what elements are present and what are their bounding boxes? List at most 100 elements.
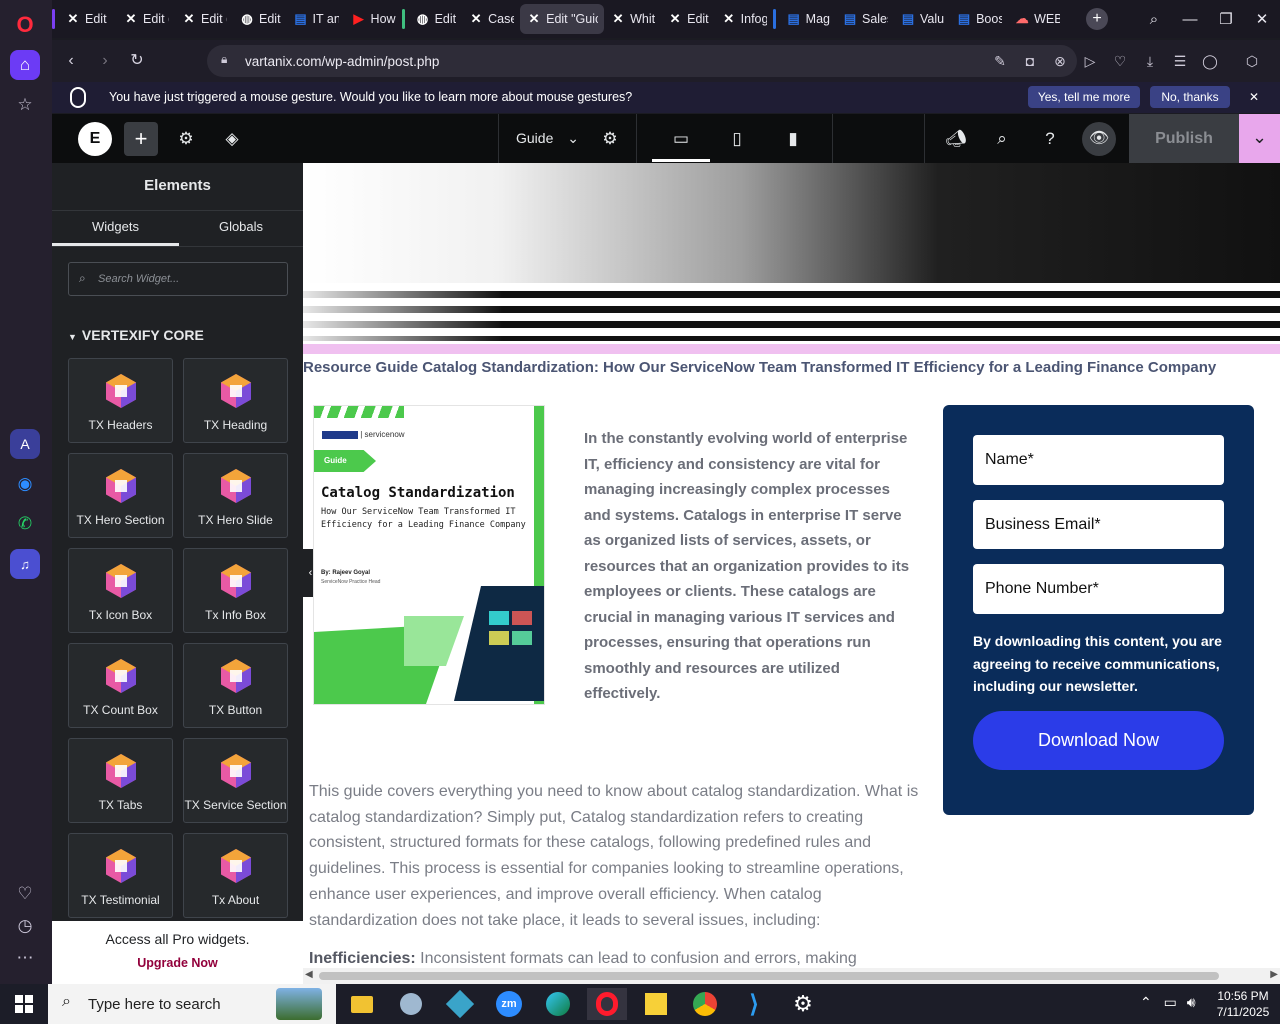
browser-tab[interactable]: ▤ Boos — [950, 4, 1008, 34]
flow-icon[interactable]: ▷ — [1079, 50, 1101, 72]
widget-tile[interactable]: Tx Info Box — [183, 548, 288, 633]
sticky-notes-icon[interactable] — [636, 988, 676, 1020]
messenger-icon[interactable]: ◉ — [10, 469, 40, 499]
scroll-right-icon[interactable]: ▶ — [1270, 969, 1278, 980]
name-field[interactable]: Name* — [973, 435, 1224, 485]
publish-options-button[interactable]: ⌄ — [1239, 114, 1280, 163]
settings-icon[interactable]: ⚙ — [783, 988, 823, 1020]
opera-taskbar-icon[interactable] — [587, 988, 627, 1020]
browser-tab[interactable]: ▤ Mag — [780, 4, 836, 34]
widget-tile[interactable]: TX Tabs — [68, 738, 173, 823]
music-player-icon[interactable]: ♫ — [10, 549, 40, 579]
browser-tab[interactable]: ▶ How — [345, 4, 402, 34]
camera-icon[interactable]: ◘ — [1019, 50, 1041, 72]
network-icon[interactable]: ▭ — [1164, 994, 1177, 1010]
more-icon[interactable]: ⋯ — [10, 943, 40, 973]
horizontal-scrollbar[interactable]: ◀ ▶ — [303, 968, 1280, 984]
browser-tab[interactable]: ☁ WEB — [1008, 4, 1066, 34]
file-explorer-icon[interactable] — [342, 988, 382, 1020]
widget-tile[interactable]: TX Hero Slide — [183, 453, 288, 538]
scrollbar-thumb[interactable] — [319, 972, 1219, 980]
browser-tab[interactable]: ✕ Whit — [604, 4, 661, 34]
app-icon[interactable] — [440, 988, 480, 1020]
tab-globals[interactable]: Globals — [179, 219, 303, 234]
tab-widgets[interactable]: Widgets — [52, 219, 179, 234]
whats-new-icon[interactable]: 📣︎ — [943, 126, 969, 152]
tab-search-icon[interactable]: ⌕ — [1136, 11, 1172, 28]
help-icon[interactable]: ? — [1037, 126, 1063, 152]
site-settings-icon[interactable]: ⚙︎ — [173, 126, 199, 152]
preview-icon[interactable]: 👁︎ — [1082, 122, 1116, 156]
elementor-logo-icon[interactable]: E — [78, 122, 112, 156]
chevron-up-icon[interactable]: ⌃ — [1140, 994, 1152, 1010]
browser-tab[interactable]: ✕ Edit — [661, 4, 715, 34]
phone-field[interactable]: Phone Number* — [973, 564, 1224, 614]
tab-group-indicator[interactable] — [401, 9, 405, 29]
browser-tab[interactable]: ◍ Edit — [233, 4, 287, 34]
taskbar-search-field[interactable]: ⌕ Type here to search — [48, 984, 336, 1024]
structure-icon[interactable]: ◈ — [219, 126, 245, 152]
browser-tab[interactable]: ▤ IT an — [287, 4, 345, 34]
download-now-button[interactable]: Download Now — [973, 711, 1224, 770]
yes-tell-me-more-button[interactable]: Yes, tell me more — [1028, 86, 1140, 108]
close-icon[interactable]: ✕ — [1244, 86, 1264, 108]
whatsapp-icon[interactable]: ✆ — [10, 509, 40, 539]
widget-tile[interactable]: TX Heading — [183, 358, 288, 443]
page-settings-icon[interactable]: ⚙ — [597, 126, 623, 152]
edit-icon[interactable]: ✎ — [989, 50, 1011, 72]
heart-icon[interactable]: ♡ — [10, 879, 40, 909]
search-icon[interactable]: ⌕ — [989, 126, 1015, 152]
search-widget-field[interactable]: ⌕ Search Widget... — [68, 262, 288, 296]
no-thanks-button[interactable]: No, thanks — [1150, 86, 1230, 108]
browser-tab[interactable]: ▤ Sales — [836, 4, 894, 34]
new-tab-button[interactable]: + — [1086, 8, 1108, 30]
browser-tab[interactable]: ◍ Edit — [409, 4, 463, 34]
widget-tile[interactable]: TX Headers — [68, 358, 173, 443]
desktop-view-icon[interactable]: ▭ — [668, 126, 694, 152]
mobile-view-icon[interactable]: ▮ — [780, 126, 806, 152]
browser-tab[interactable]: ▤ Valu — [894, 4, 950, 34]
widget-tile[interactable]: TX Testimonial — [68, 833, 173, 918]
template-dropdown[interactable]: Guide ⌄ — [516, 130, 579, 147]
app-icon[interactable] — [391, 988, 431, 1020]
browser-tab[interactable]: ✕ Infog — [715, 4, 773, 34]
home-icon[interactable]: ⌂ — [10, 50, 40, 80]
browser-tab[interactable]: ✕ Edit "Guic — [520, 4, 605, 34]
extension-icon[interactable]: ⬡ — [1241, 50, 1263, 72]
email-field[interactable]: Business Email* — [973, 500, 1224, 549]
back-icon[interactable]: ‹ — [58, 48, 84, 74]
upgrade-now-link[interactable]: Upgrade Now — [52, 956, 303, 970]
widget-tile[interactable]: TX Count Box — [68, 643, 173, 728]
profile-icon[interactable]: ◯ — [1199, 50, 1221, 72]
clock[interactable]: 10:56 PM 7/11/2025 — [1212, 988, 1274, 1020]
widget-tile[interactable]: TX Hero Section — [68, 453, 173, 538]
reload-icon[interactable]: ↻ — [124, 48, 150, 74]
menu-icon[interactable]: ☰ — [1169, 50, 1191, 72]
adblock-icon[interactable]: ⊗ — [1049, 50, 1071, 72]
widget-tile[interactable]: Tx Icon Box — [68, 548, 173, 633]
star-icon[interactable]: ☆ — [10, 90, 40, 120]
widget-tile[interactable]: TX Button — [183, 643, 288, 728]
add-element-button[interactable]: + — [124, 122, 158, 156]
tablet-view-icon[interactable]: ▯ — [724, 126, 750, 152]
browser-tab[interactable]: ✕ Edit ( — [117, 4, 175, 34]
widget-tile[interactable]: Tx About — [183, 833, 288, 918]
volume-icon[interactable]: 🔊︎ — [1187, 994, 1196, 1010]
category-header[interactable]: ▼ VERTEXIFY CORE — [68, 327, 204, 343]
browser-tab[interactable]: ✕ Edit I — [59, 4, 117, 34]
opera-logo-icon[interactable]: O — [10, 10, 40, 40]
vscode-icon[interactable]: ⟩ — [734, 988, 774, 1020]
edge-icon[interactable] — [538, 988, 578, 1020]
history-icon[interactable]: ◷ — [10, 911, 40, 941]
browser-tab[interactable]: ✕ Edit ( — [175, 4, 233, 34]
aria-icon[interactable]: A — [10, 429, 40, 459]
favorites-icon[interactable]: ♡ — [1109, 50, 1131, 72]
browser-tab[interactable]: ✕ Case — [462, 4, 520, 34]
publish-button[interactable]: Publish — [1129, 114, 1239, 163]
tab-group-indicator[interactable] — [772, 9, 776, 29]
restore-icon[interactable]: ❐ — [1208, 10, 1244, 28]
forward-icon[interactable]: › — [92, 48, 118, 74]
download-icon[interactable]: ⤓ — [1139, 50, 1161, 72]
close-window-icon[interactable]: ✕ — [1244, 10, 1280, 28]
windows-start-icon[interactable] — [4, 988, 44, 1020]
